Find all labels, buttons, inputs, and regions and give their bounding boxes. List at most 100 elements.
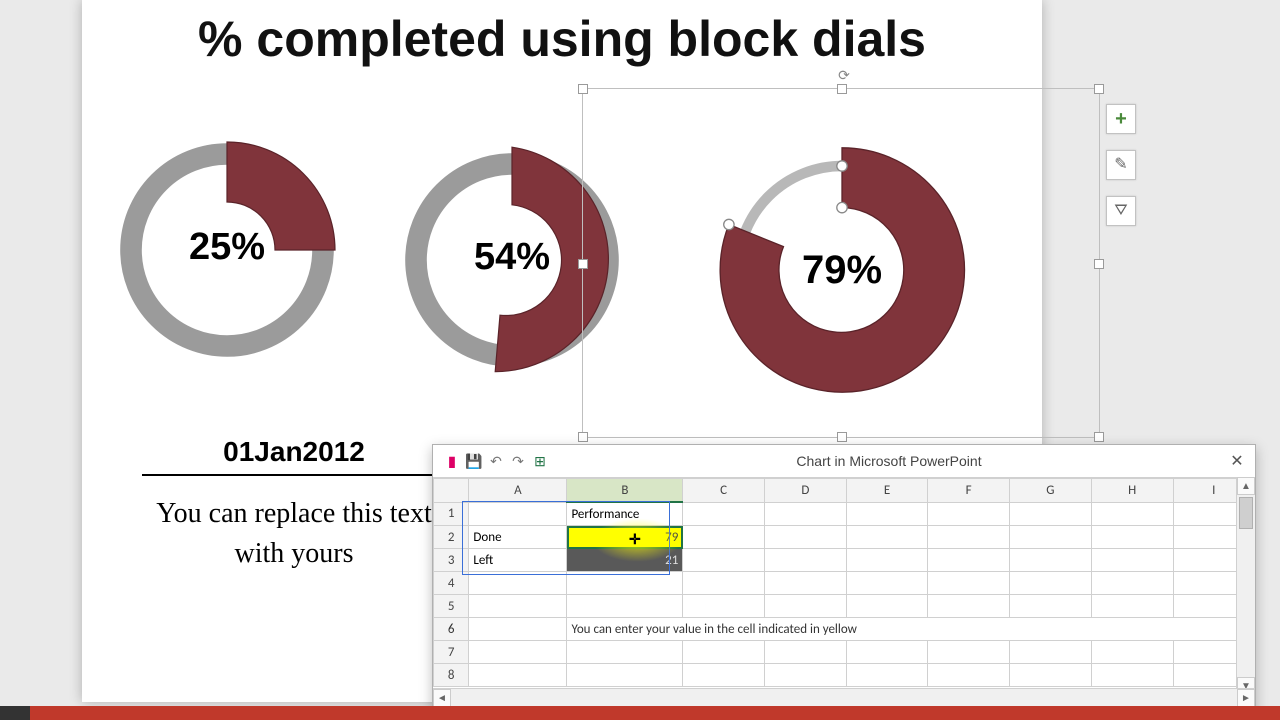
resize-handle[interactable] [578,432,588,442]
cell[interactable] [469,572,567,595]
select-all-cell[interactable] [434,479,469,503]
close-icon[interactable]: ✕ [1227,451,1247,471]
cell[interactable] [928,664,1010,687]
resize-handle[interactable] [578,84,588,94]
cell-B1[interactable]: Performance [567,502,683,526]
cell[interactable] [928,549,1010,572]
col-header-E[interactable]: E [846,479,928,503]
resize-handle[interactable] [837,432,847,442]
cell[interactable] [1009,572,1091,595]
rotate-handle-icon[interactable]: ⟳ [835,67,853,85]
cell[interactable] [683,572,765,595]
cell[interactable] [764,641,846,664]
cell[interactable] [928,502,1010,526]
cell[interactable] [567,664,683,687]
cell[interactable] [469,641,567,664]
cell-A1[interactable] [469,502,567,526]
cell[interactable] [764,502,846,526]
col-header-D[interactable]: D [764,479,846,503]
cell[interactable] [683,664,765,687]
cell[interactable] [1091,549,1173,572]
dial-25[interactable]: 25% [107,130,347,370]
col-header-C[interactable]: C [683,479,765,503]
resize-handle[interactable] [1094,84,1104,94]
undo-icon[interactable]: ↶ [485,453,507,470]
sheet-grid[interactable]: A B C D E F G H I 1 Performance 2 Done 7… [433,478,1255,688]
resize-handle[interactable] [1094,432,1104,442]
cell[interactable] [928,572,1010,595]
row-header-1[interactable]: 1 [434,502,469,526]
col-header-B[interactable]: B [567,479,683,503]
scroll-left-icon[interactable]: ◄ [433,689,451,707]
cell-B2-selected[interactable]: 79 [567,526,683,549]
cell[interactable] [928,641,1010,664]
chart-filters-button[interactable]: ⛛ [1106,196,1136,226]
footer-placeholder-text[interactable]: You can replace this text with yours [142,494,446,574]
col-header-G[interactable]: G [1009,479,1091,503]
cell[interactable] [469,664,567,687]
cell[interactable] [928,526,1010,549]
row-header-2[interactable]: 2 [434,526,469,549]
scroll-right-icon[interactable]: ► [1237,689,1255,707]
redo-icon[interactable]: ↷ [507,453,529,470]
cell[interactable] [846,572,928,595]
row-header-3[interactable]: 3 [434,549,469,572]
cell[interactable] [764,549,846,572]
sheet-titlebar[interactable]: ▮ 💾 ↶ ↷ ⊞ Chart in Microsoft PowerPoint … [433,445,1255,478]
cell[interactable] [846,502,928,526]
sheet-vertical-scrollbar[interactable]: ▲ ▼ [1236,477,1255,695]
cell[interactable] [764,595,846,618]
cell[interactable] [1091,502,1173,526]
cell[interactable] [1009,526,1091,549]
open-excel-icon[interactable]: ⊞ [529,453,551,470]
cell[interactable] [567,595,683,618]
cell-B6-hint[interactable]: You can enter your value in the cell ind… [567,618,1255,641]
date-label[interactable]: 01Jan2012 [142,436,446,476]
cell-A2[interactable]: Done [469,526,567,549]
row-header-4[interactable]: 4 [434,572,469,595]
cell[interactable] [1091,595,1173,618]
col-header-F[interactable]: F [928,479,1010,503]
cell[interactable] [1091,664,1173,687]
cell[interactable] [567,572,683,595]
cell[interactable] [846,595,928,618]
cell[interactable] [1091,572,1173,595]
cell[interactable] [928,595,1010,618]
row-header-8[interactable]: 8 [434,664,469,687]
cell[interactable] [1009,595,1091,618]
cell[interactable] [764,526,846,549]
cell[interactable] [683,526,765,549]
scroll-up-icon[interactable]: ▲ [1237,477,1255,495]
cell[interactable] [1009,641,1091,664]
col-header-H[interactable]: H [1091,479,1173,503]
cell[interactable] [764,664,846,687]
row-header-6[interactable]: 6 [434,618,469,641]
cell[interactable] [1009,549,1091,572]
row-header-5[interactable]: 5 [434,595,469,618]
cell[interactable] [1009,664,1091,687]
cell[interactable] [764,572,846,595]
cell[interactable] [1091,526,1173,549]
cell[interactable] [567,641,683,664]
cell[interactable] [846,549,928,572]
cell[interactable] [846,641,928,664]
cell[interactable] [1091,641,1173,664]
cell[interactable] [683,595,765,618]
cell[interactable] [683,641,765,664]
chart-selection-frame[interactable] [582,88,1100,438]
cell[interactable] [683,502,765,526]
chart-data-sheet[interactable]: ▮ 💾 ↶ ↷ ⊞ Chart in Microsoft PowerPoint … [432,444,1256,714]
sheet-horizontal-scrollbar[interactable]: ◄ ► [433,688,1255,707]
cell-A3[interactable]: Left [469,549,567,572]
cell[interactable] [469,595,567,618]
save-icon[interactable]: 💾 [463,453,485,470]
resize-handle[interactable] [578,259,588,269]
resize-handle[interactable] [1094,259,1104,269]
cell[interactable] [846,664,928,687]
row-header-7[interactable]: 7 [434,641,469,664]
cell[interactable] [846,526,928,549]
chart-elements-button[interactable]: + [1106,104,1136,134]
cell[interactable] [1009,502,1091,526]
cell-B3[interactable]: 21 [567,549,683,572]
cell[interactable] [469,618,567,641]
